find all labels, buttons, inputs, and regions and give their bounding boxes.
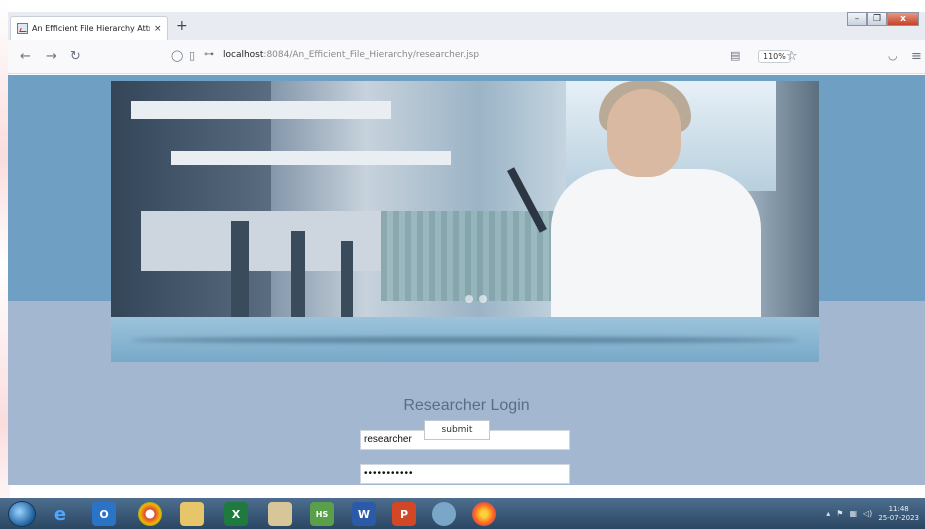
tab-bar: An Efficient File Hierarchy Attri × + – … <box>8 12 925 40</box>
back-icon[interactable]: ← <box>20 49 31 64</box>
slider-dot[interactable] <box>479 295 487 303</box>
key-icon[interactable]: ⊶ <box>204 49 214 60</box>
submit-button[interactable]: submit <box>424 420 490 440</box>
tab-title: An Efficient File Hierarchy Attri <box>32 24 150 33</box>
paint-icon[interactable] <box>268 502 292 526</box>
browser-tab[interactable]: An Efficient File Hierarchy Attri × <box>10 16 168 40</box>
chrome-icon[interactable] <box>138 502 162 526</box>
outlook-icon[interactable]: O <box>92 502 116 526</box>
tray-arrow-icon[interactable]: ▴ <box>826 509 830 518</box>
box-icon[interactable] <box>432 502 456 526</box>
excel-icon[interactable]: X <box>224 502 248 526</box>
banner-band <box>111 317 819 362</box>
menu-icon[interactable]: ≡ <box>911 49 922 64</box>
equipment <box>231 221 249 317</box>
page-icon[interactable]: ▯ <box>189 49 195 62</box>
clock-time: 11:48 <box>888 504 909 513</box>
site-favicon-icon <box>17 23 28 34</box>
shelf <box>131 101 391 119</box>
volume-icon[interactable]: ◁) <box>863 509 872 518</box>
url-path: :8084/An_Efficient_File_Hierarchy/resear… <box>263 50 480 60</box>
new-tab-button[interactable]: + <box>176 18 188 34</box>
shelf <box>171 151 451 165</box>
tab-close-icon[interactable]: × <box>154 24 162 34</box>
login-title: Researcher Login <box>403 397 530 414</box>
slider-dot[interactable] <box>465 295 473 303</box>
start-button[interactable] <box>8 501 36 527</box>
star-icon[interactable]: ☆ <box>786 49 798 64</box>
banner <box>111 81 819 362</box>
pocket-icon[interactable]: ◡ <box>888 49 898 62</box>
restore-button[interactable]: ❐ <box>867 12 887 26</box>
powerpoint-icon[interactable]: P <box>392 502 416 526</box>
hs-icon[interactable]: HS <box>310 502 334 526</box>
system-tray: ▴ ⚑ ▦ ◁) 11:48 25-07-2023 <box>790 498 925 529</box>
url-host: localhost <box>223 50 264 60</box>
word-icon[interactable]: W <box>352 502 376 526</box>
slider-dots[interactable] <box>465 295 487 303</box>
windows-taskbar: e O X HS W P ▴ ⚑ ▦ ◁) 11:48 25-07-2023 <box>0 498 925 529</box>
clock-date: 25-07-2023 <box>878 513 919 522</box>
equipment <box>291 231 305 317</box>
clock[interactable]: 11:48 25-07-2023 <box>878 505 919 523</box>
password-input[interactable]: ••••••••••• <box>360 464 570 484</box>
close-window-button[interactable]: x <box>887 12 919 26</box>
lab-coat <box>551 169 761 317</box>
face <box>607 89 681 177</box>
ie-icon[interactable]: e <box>48 502 72 526</box>
reader-icon[interactable]: ▤ <box>730 49 740 62</box>
window-controls: – ❐ x <box>847 12 919 26</box>
navigation-bar: ← → ↻ ◯ ▯ ⊶ localhost:8084/An_Efficient_… <box>8 40 925 74</box>
lab-researcher-photo <box>111 81 819 317</box>
reload-icon[interactable]: ↻ <box>70 49 81 64</box>
shield-icon[interactable]: ◯ <box>171 49 183 62</box>
forward-icon[interactable]: → <box>46 49 57 64</box>
folder-icon[interactable] <box>180 502 204 526</box>
flag-icon[interactable]: ⚑ <box>836 509 843 518</box>
minimize-button[interactable]: – <box>847 12 867 26</box>
address-bar[interactable]: localhost:8084/An_Efficient_File_Hierarc… <box>223 50 479 60</box>
firefox-icon[interactable] <box>472 502 496 526</box>
network-icon[interactable]: ▦ <box>849 509 857 518</box>
equipment <box>341 241 353 317</box>
